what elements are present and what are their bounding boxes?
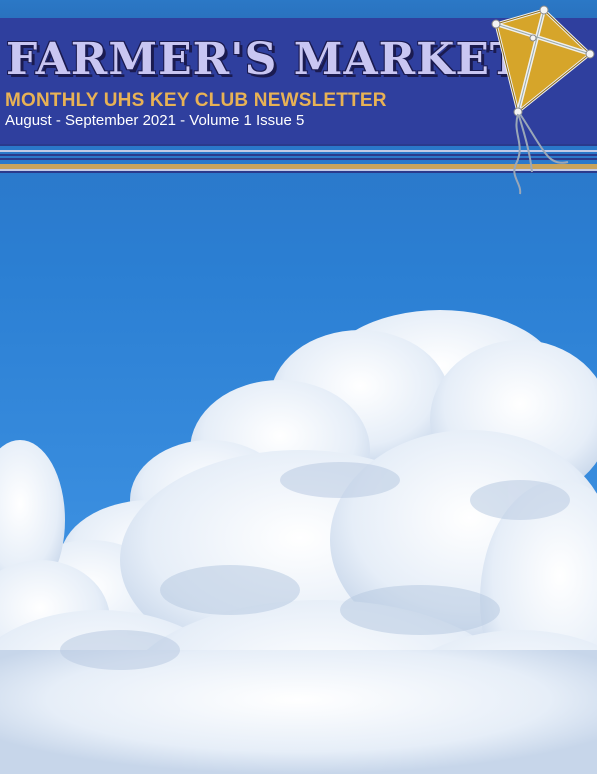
newsletter-title: FARMER'S MARKET (6, 34, 524, 85)
issue-date-line: August - September 2021 - Volume 1 Issue… (5, 112, 305, 129)
kite-icon (491, 5, 595, 195)
newsletter-subtitle: MONTHLY UHS KEY CLUB NEWSLETTER (5, 90, 387, 111)
